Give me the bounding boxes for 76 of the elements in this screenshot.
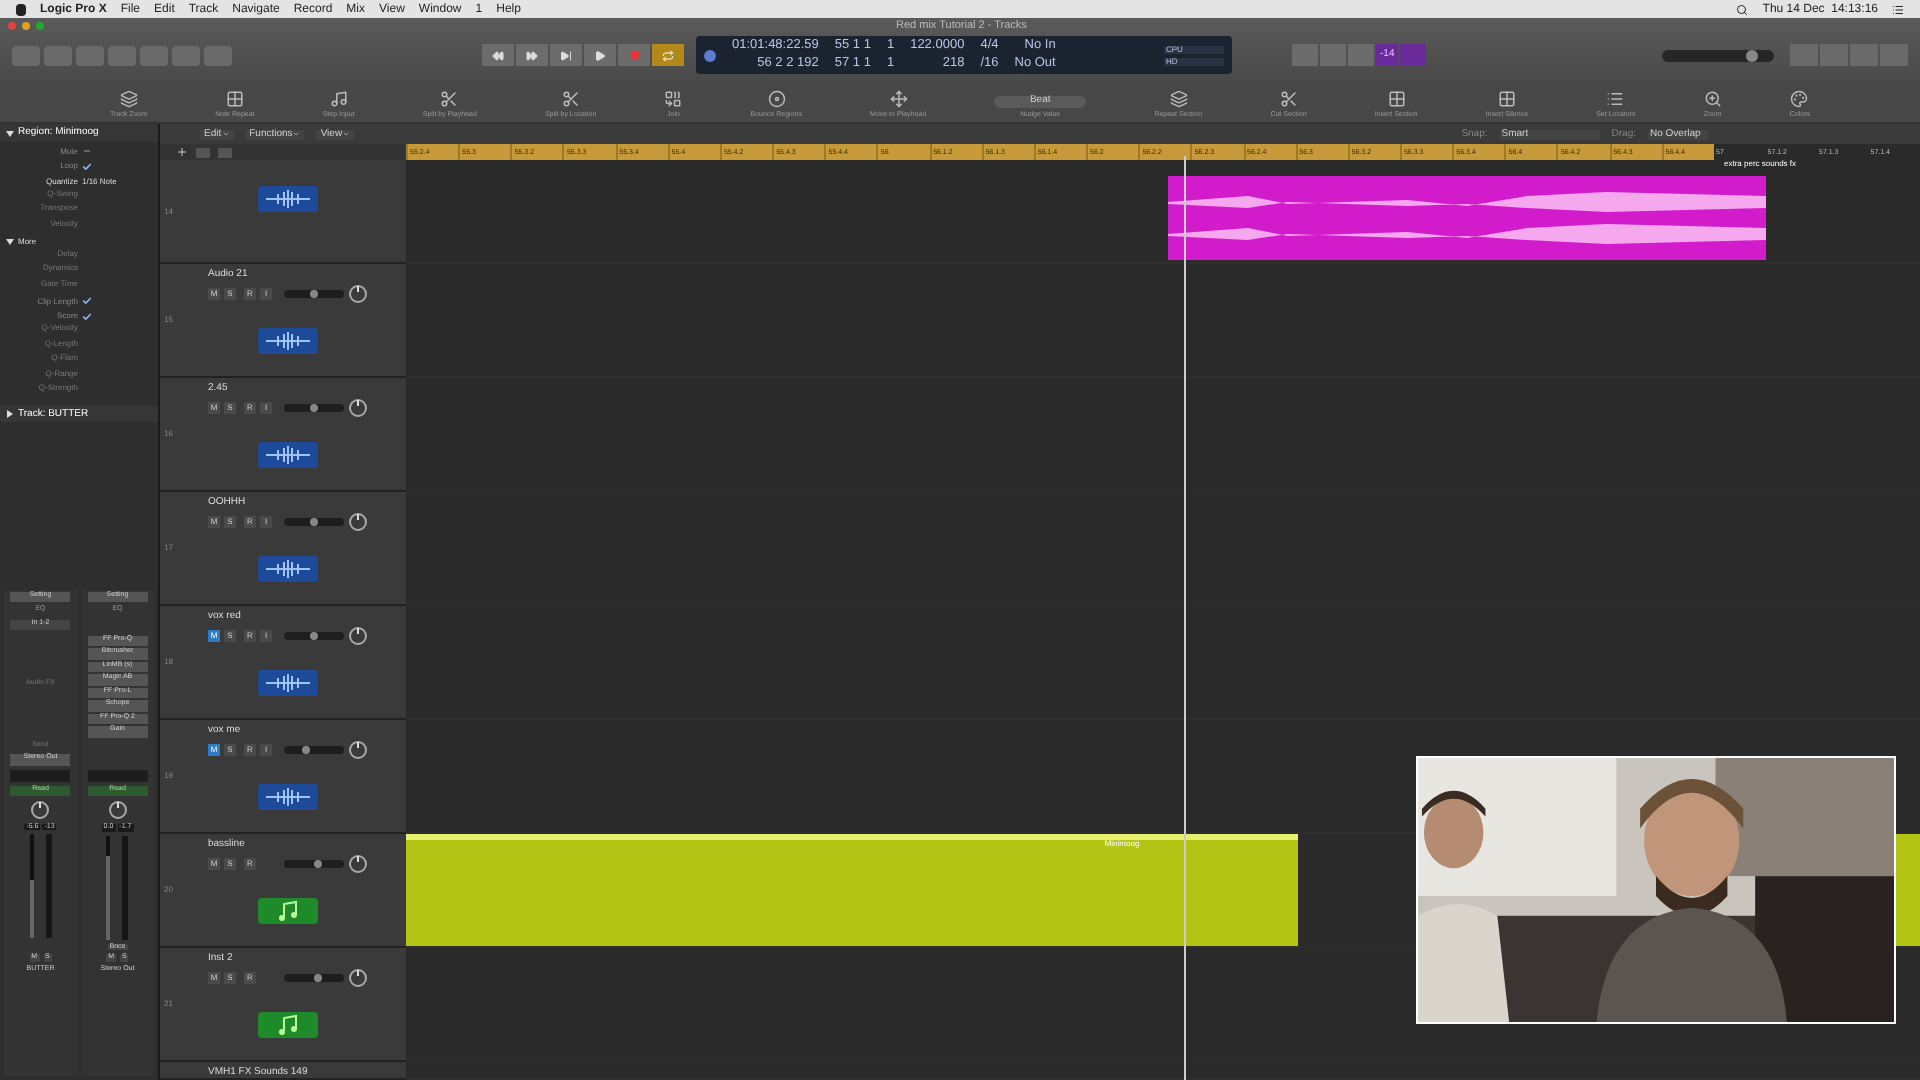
waveform-icon [257, 186, 317, 212]
checkbox[interactable] [82, 296, 92, 306]
palette-icon [1790, 89, 1809, 107]
view-toggle-button[interactable] [140, 45, 168, 65]
search-icon[interactable] [1736, 3, 1749, 15]
view-toggle-button[interactable] [44, 45, 72, 65]
waveform-icon [257, 328, 317, 354]
grid-icon [1497, 89, 1516, 107]
slider-thumb[interactable] [301, 746, 309, 754]
waveform-icon [257, 784, 317, 810]
music-note-icon [329, 89, 348, 107]
minimize-button[interactable] [22, 22, 30, 30]
pan-knob-icon[interactable] [107, 800, 128, 820]
scissors-icon [561, 89, 580, 107]
panel-toggle-button[interactable] [1850, 44, 1878, 66]
view-toggle-button[interactable] [108, 45, 136, 65]
panel-toggle-button[interactable] [1880, 44, 1908, 66]
checkbox[interactable] [82, 311, 92, 321]
waveform-icon [257, 670, 317, 696]
slider-thumb[interactable] [310, 404, 318, 412]
transport-button[interactable] [482, 44, 514, 66]
zoom-button[interactable] [36, 22, 44, 30]
move-arrows-icon [889, 89, 908, 107]
plus-icon[interactable] [176, 146, 188, 158]
volume-slider[interactable] [1662, 49, 1774, 61]
view-toggle-button[interactable] [172, 45, 200, 65]
panel-toggle-button[interactable] [1790, 44, 1818, 66]
pan-knob-icon[interactable] [348, 512, 368, 532]
slider-thumb[interactable] [310, 290, 318, 298]
slider-thumb[interactable] [314, 860, 323, 868]
waveform-icon [257, 442, 317, 468]
transport-button[interactable] [516, 44, 548, 66]
slider-thumb[interactable] [314, 974, 323, 982]
scissors-icon [1279, 89, 1298, 107]
layers-icon [1169, 89, 1188, 107]
volume-fader[interactable] [29, 834, 34, 938]
transport-button[interactable] [584, 44, 616, 66]
disclosure-triangle-icon[interactable] [6, 129, 14, 137]
merge-icon [664, 89, 683, 107]
view-toggle-button[interactable] [76, 45, 104, 65]
record-icon [629, 50, 639, 60]
fast-forward-icon [526, 49, 538, 61]
panel-toggle-button[interactable] [1820, 44, 1848, 66]
pan-knob-icon[interactable] [348, 398, 368, 418]
slider-thumb[interactable] [1745, 49, 1758, 61]
pan-knob-icon[interactable] [348, 968, 368, 988]
view-toggle-button[interactable] [12, 45, 40, 65]
menu-list-icon[interactable] [1892, 3, 1904, 15]
apple-logo-icon[interactable] [16, 3, 26, 15]
disc-icon [767, 89, 786, 107]
zoom-icon [1703, 89, 1722, 107]
grid-icon [225, 89, 244, 107]
cycle-icon [662, 49, 674, 61]
music-note-icon [257, 898, 317, 924]
music-note-icon [257, 1012, 317, 1038]
pan-knob-icon[interactable] [348, 284, 368, 304]
disclosure-triangle-icon[interactable] [6, 410, 14, 418]
view-toggle-button[interactable] [204, 45, 232, 65]
slider-thumb[interactable] [310, 518, 318, 526]
list-icon [1606, 89, 1625, 107]
pan-knob-icon[interactable] [30, 799, 51, 819]
grid-icon [1387, 89, 1406, 107]
checkbox[interactable] [82, 161, 92, 171]
pan-knob-icon[interactable] [348, 854, 368, 874]
waveform-icon [257, 556, 317, 582]
volume-fader[interactable] [106, 835, 111, 939]
rewind-icon [492, 49, 504, 61]
scissors-icon [440, 89, 459, 107]
transport-button[interactable] [550, 44, 582, 66]
play-icon [594, 49, 606, 61]
layers-icon [119, 89, 138, 107]
skip-forward-icon [560, 49, 572, 61]
pan-knob-icon[interactable] [348, 740, 368, 760]
pan-knob-icon[interactable] [348, 626, 368, 646]
disclosure-triangle-icon[interactable] [6, 237, 14, 245]
slider-thumb[interactable] [310, 632, 318, 640]
